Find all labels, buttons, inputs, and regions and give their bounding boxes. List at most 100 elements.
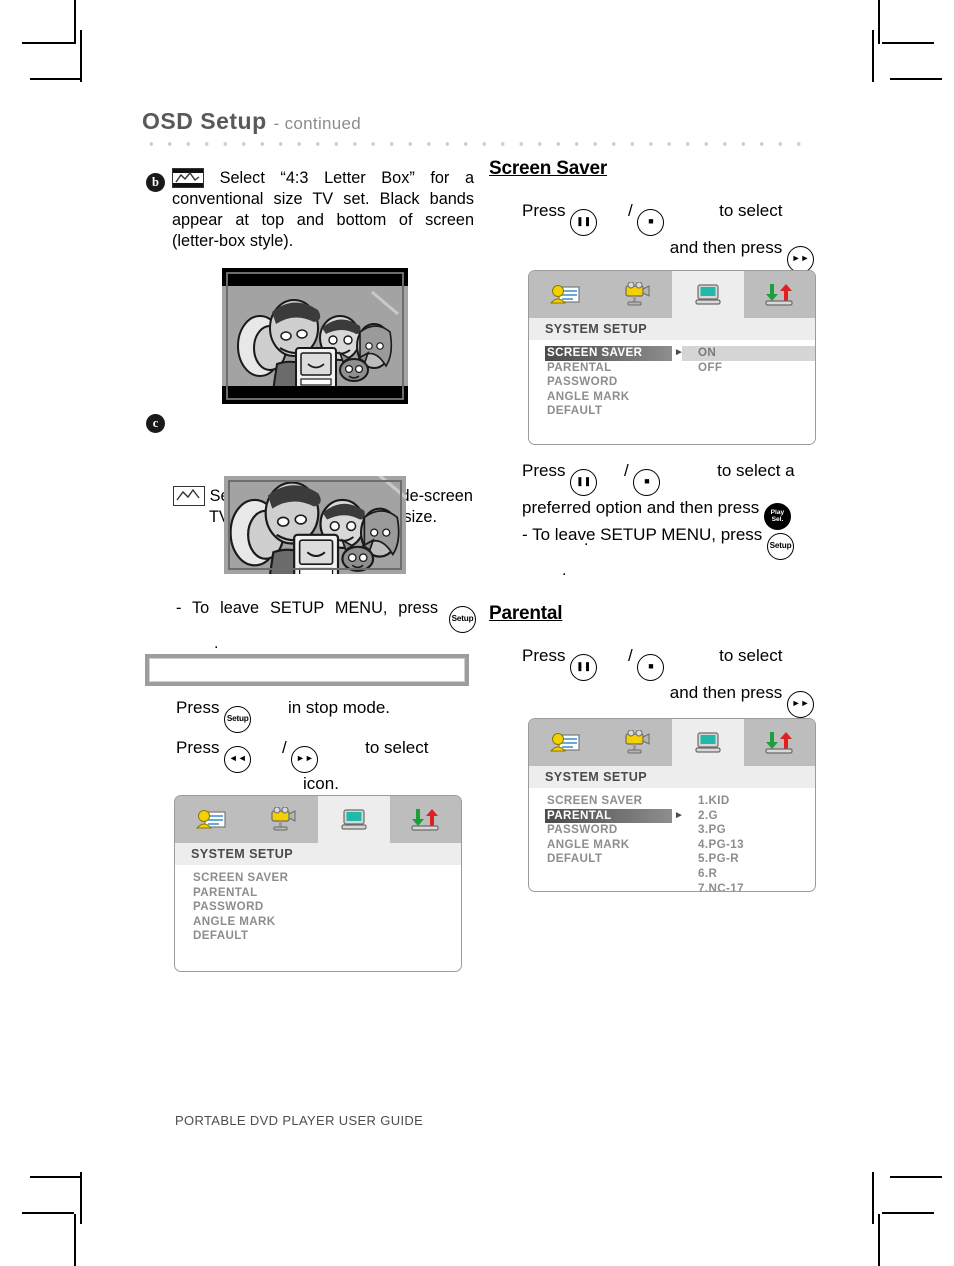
- osd-item-default-3[interactable]: DEFAULT: [545, 852, 672, 867]
- osd-rating-kid[interactable]: 1.KID: [682, 794, 815, 809]
- ss2-tail: preferred option and then press: [522, 498, 760, 517]
- osd-item-password-3[interactable]: PASSWORD: [545, 823, 672, 838]
- osd-rating-pg[interactable]: 3.PG: [682, 823, 815, 838]
- osd-tab-video-setup-3[interactable]: [600, 719, 672, 766]
- system-setup-icon-3: [695, 731, 721, 753]
- osd-rating-g[interactable]: 2.G: [682, 809, 815, 824]
- osd-tab-system-setup-2[interactable]: [672, 271, 744, 318]
- crop-mark-br-v: [878, 1214, 880, 1266]
- ss2-mid: to select a: [717, 461, 795, 480]
- crop-mark-tl2-v: [80, 30, 82, 82]
- osd-tab-video-setup[interactable]: [246, 796, 318, 843]
- play-sel-line1: Play: [770, 508, 785, 516]
- osd-item-default[interactable]: DEFAULT: [191, 929, 318, 944]
- osd-tab-general-setup[interactable]: [175, 796, 247, 843]
- osd-tab-general-setup-3[interactable]: [529, 719, 601, 766]
- osd-tab-bar-2: [529, 271, 815, 318]
- osd-panel-screen-saver[interactable]: SYSTEM SETUP SCREEN SAVER PARENTAL PASSW…: [528, 270, 816, 445]
- pause-button-icon-3[interactable]: ❚❚: [570, 654, 598, 681]
- page-footer: PORTABLE DVD PLAYER USER GUIDE: [175, 1113, 424, 1128]
- selection-caret-icon-2: ►: [674, 809, 684, 821]
- crop-mark-tr-v: [878, 0, 880, 44]
- osd-item-password[interactable]: PASSWORD: [191, 900, 318, 915]
- screen-saver-heading: Screen Saver: [489, 158, 608, 179]
- dotted-divider: [142, 140, 805, 148]
- pause-button-icon-2[interactable]: ❚❚: [570, 469, 598, 496]
- osd-item-password-2[interactable]: PASSWORD: [545, 375, 672, 390]
- setup-button-icon-3[interactable]: Setup: [767, 533, 795, 560]
- ss-mid: to select: [719, 201, 783, 220]
- osd-tab-system-setup[interactable]: [318, 796, 390, 843]
- osd-panel-parental[interactable]: SYSTEM SETUP SCREEN SAVER PARENTAL PASSW…: [528, 718, 816, 892]
- crop-mark-tr2-h: [890, 78, 942, 80]
- bullet-b: b: [146, 173, 165, 192]
- widescreen-format-icon: [173, 486, 206, 506]
- setup-button-icon[interactable]: Setup: [449, 606, 476, 633]
- crop-mark-tl-v: [74, 0, 76, 44]
- general-setup-icon: [195, 809, 226, 828]
- play-sel-line2: Sel.: [771, 516, 784, 523]
- crop-mark-tr-h: [882, 42, 934, 44]
- stop-button-icon-3[interactable]: ■: [637, 654, 665, 681]
- osd-tab-speaker-setup-3[interactable]: [743, 719, 815, 766]
- press-skip-sep: /: [281, 738, 287, 757]
- pa-mid: to select: [719, 646, 783, 665]
- crop-mark-bl-h: [22, 1212, 74, 1214]
- osd-item-default-2[interactable]: DEFAULT: [545, 404, 672, 419]
- osd-rating-r[interactable]: 6.R: [682, 867, 815, 882]
- osd-item-parental-2[interactable]: PARENTAL: [545, 361, 672, 376]
- osd-section-title-2: SYSTEM SETUP: [529, 318, 815, 340]
- next-button-icon-3[interactable]: ►►: [787, 691, 814, 718]
- osd-item-angle-mark-3[interactable]: ANGLE MARK: [545, 838, 672, 853]
- press-skip-prefix: Press: [176, 738, 220, 757]
- general-setup-icon-3: [549, 732, 580, 751]
- osd-tab-bar: [175, 796, 461, 843]
- osd-rating-nc17[interactable]: 7.NC-17: [682, 882, 815, 891]
- osd-item-screen-saver-3[interactable]: SCREEN SAVER: [545, 794, 672, 809]
- next-button-icon-2[interactable]: ►►: [787, 246, 814, 273]
- speaker-setup-icon-2: [765, 283, 793, 306]
- osd-tab-speaker-setup[interactable]: [389, 796, 461, 843]
- family-cartoon-illustration: [222, 285, 408, 387]
- press-skip-suffix2: icon.: [303, 774, 339, 793]
- empty-note-box: [145, 654, 469, 686]
- item-b-label: Select “4:3 Letter Box” for a convention…: [172, 169, 474, 250]
- widescreen-tv-photo: [224, 476, 406, 574]
- left-leave-setup-dot: .: [214, 635, 219, 652]
- setup-button-icon-2[interactable]: Setup: [224, 706, 252, 733]
- general-setup-icon-2: [549, 284, 580, 303]
- crop-mark-bl2-v: [80, 1172, 82, 1224]
- osd-panel-system-setup-left[interactable]: SYSTEM SETUP SCREEN SAVER PARENTAL PASSW…: [174, 795, 462, 972]
- pause-button-icon[interactable]: ❚❚: [570, 209, 598, 236]
- ss2-sep: /: [623, 461, 629, 480]
- osd-rating-pg13[interactable]: 4.PG-13: [682, 838, 815, 853]
- next-button-icon[interactable]: ►►: [291, 746, 319, 773]
- osd-tab-speaker-setup-2[interactable]: [743, 271, 815, 318]
- osd-tab-general-setup-2[interactable]: [529, 271, 601, 318]
- bullet-c: c: [146, 414, 165, 433]
- stop-button-icon-2[interactable]: ■: [633, 469, 661, 496]
- ss-press-prefix: Press: [522, 201, 566, 220]
- osd-rating-pgr[interactable]: 5.PG-R: [682, 852, 815, 867]
- press-setup-line: Press Setup in stop mode.: [176, 697, 476, 733]
- osd-item-parental[interactable]: PARENTAL: [191, 886, 318, 901]
- osd-item-screen-saver-selected[interactable]: SCREEN SAVER: [545, 346, 672, 361]
- osd-item-angle-mark-2[interactable]: ANGLE MARK: [545, 390, 672, 405]
- prev-button-icon[interactable]: ◄◄: [224, 746, 252, 773]
- osd-option-off[interactable]: OFF: [682, 361, 815, 376]
- item-b-text: Select “4:3 Letter Box” for a convention…: [142, 168, 474, 252]
- osd-option-on[interactable]: ON: [682, 346, 815, 361]
- left-leave-setup-note: - To leave SETUP MENU, press Setup .: [176, 598, 476, 654]
- family-cartoon-illustration-full: [224, 476, 406, 574]
- crop-mark-bl-v: [74, 1214, 76, 1266]
- press-setup-prefix: Press: [176, 698, 220, 717]
- parental-heading: Parental: [489, 603, 563, 624]
- stop-button-icon[interactable]: ■: [637, 209, 665, 236]
- system-setup-icon: [341, 808, 367, 830]
- osd-item-angle-mark[interactable]: ANGLE MARK: [191, 915, 318, 930]
- crop-mark-bl2-h: [30, 1176, 82, 1178]
- osd-tab-video-setup-2[interactable]: [600, 271, 672, 318]
- osd-item-screen-saver[interactable]: SCREEN SAVER: [191, 871, 318, 886]
- osd-tab-system-setup-3[interactable]: [672, 719, 744, 766]
- osd-item-parental-selected[interactable]: PARENTAL: [545, 808, 672, 824]
